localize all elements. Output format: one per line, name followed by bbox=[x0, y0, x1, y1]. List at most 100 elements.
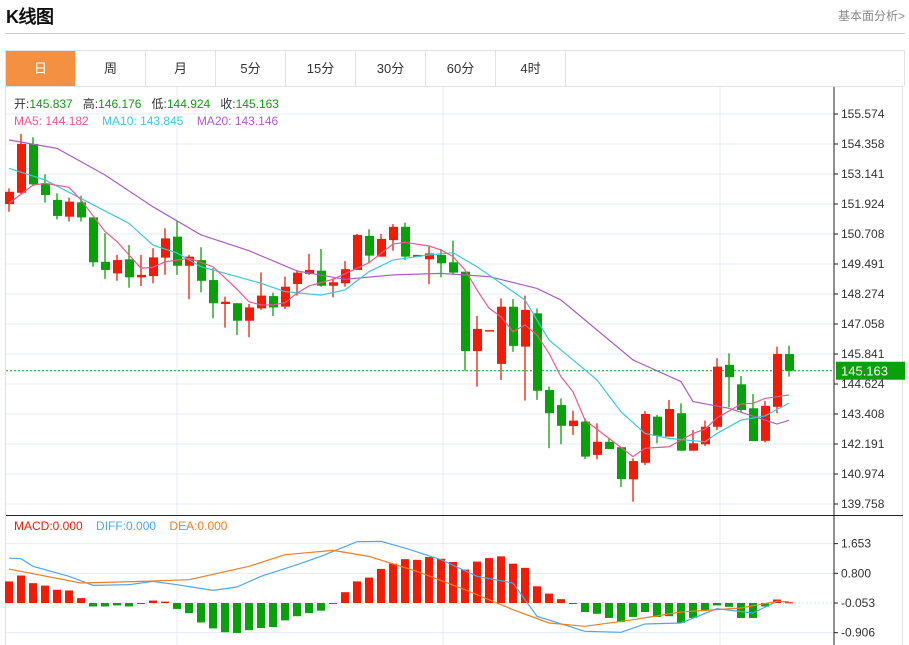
candle bbox=[665, 399, 674, 437]
macd-bar bbox=[401, 559, 409, 603]
macd-bar bbox=[365, 577, 373, 603]
macd-bar bbox=[185, 603, 193, 614]
macd-bar bbox=[293, 603, 301, 617]
close-label: 收: bbox=[220, 97, 236, 111]
candle bbox=[593, 423, 602, 460]
macd-bar bbox=[209, 603, 217, 629]
candle-body bbox=[485, 330, 494, 332]
open-value: 145.837 bbox=[29, 97, 73, 111]
macd-bar bbox=[173, 603, 181, 609]
ohlc-legend: 开:145.837 高:146.176 低:144.924 收:145.163 bbox=[14, 95, 279, 112]
current-price-label: 145.163 bbox=[841, 364, 888, 379]
macd-bar bbox=[5, 581, 13, 603]
candle-body bbox=[581, 421, 590, 457]
ma20-legend: MA20: 143.146 bbox=[196, 114, 279, 128]
macd-bar bbox=[257, 603, 265, 629]
candle-body bbox=[653, 416, 662, 436]
candle-body bbox=[209, 280, 218, 304]
macd-bar bbox=[149, 600, 157, 603]
candle bbox=[137, 254, 146, 286]
candle bbox=[533, 308, 542, 400]
candle-body bbox=[353, 234, 362, 270]
macd-bar bbox=[341, 592, 349, 603]
high-value: 146.176 bbox=[98, 97, 142, 111]
candle bbox=[293, 269, 302, 296]
candle bbox=[197, 247, 206, 293]
ma20-line bbox=[8, 139, 790, 425]
candle-body bbox=[437, 254, 446, 264]
candle-body bbox=[773, 354, 782, 407]
candle bbox=[425, 246, 434, 285]
candle bbox=[713, 358, 722, 430]
macd-bar bbox=[713, 603, 721, 606]
candle bbox=[545, 386, 554, 449]
macd-bar bbox=[353, 581, 361, 603]
macd-bar bbox=[425, 557, 433, 603]
low-label: 低: bbox=[151, 97, 167, 111]
candle-body bbox=[89, 217, 98, 263]
axis-tick-label: 155.574 bbox=[841, 107, 885, 121]
candle-body bbox=[221, 301, 230, 304]
macd-bar bbox=[329, 603, 337, 604]
axis-tick-label: 148.274 bbox=[841, 287, 885, 301]
candle bbox=[473, 316, 482, 387]
candle bbox=[485, 330, 494, 332]
macd-bar bbox=[197, 603, 205, 623]
axis-tick-label: 147.058 bbox=[841, 317, 885, 331]
candle-body bbox=[677, 413, 686, 451]
macd-bar bbox=[269, 603, 277, 628]
macd-bar bbox=[725, 603, 733, 607]
macd-bar bbox=[305, 603, 313, 614]
macd-bar bbox=[569, 603, 577, 605]
candle bbox=[653, 414, 662, 444]
axis-tick-label: 143.408 bbox=[841, 407, 885, 421]
candle bbox=[245, 303, 254, 338]
candle-body bbox=[269, 296, 278, 308]
macd-legend-value: MACD:0.000 bbox=[14, 519, 83, 533]
candle bbox=[401, 222, 410, 261]
candle-body bbox=[557, 405, 566, 426]
close-value: 145.163 bbox=[235, 97, 279, 111]
axis-tick-label: 139.758 bbox=[841, 497, 885, 511]
candle bbox=[785, 345, 794, 377]
dea-legend-value: DEA:0.000 bbox=[169, 519, 228, 533]
candle-body bbox=[401, 226, 410, 257]
macd-bar bbox=[101, 603, 109, 607]
candle-body bbox=[233, 303, 242, 321]
macd-bar bbox=[113, 603, 121, 606]
macd-bar bbox=[281, 603, 289, 621]
candle-body bbox=[569, 420, 578, 427]
candle bbox=[233, 303, 242, 336]
macd-bar bbox=[377, 568, 385, 603]
candle bbox=[773, 346, 782, 414]
candle bbox=[509, 299, 518, 352]
candle bbox=[641, 410, 650, 465]
macd-bar bbox=[389, 563, 397, 603]
candle-body bbox=[617, 447, 626, 480]
macd-bar bbox=[593, 603, 601, 614]
macd-bar bbox=[521, 567, 529, 603]
macd-bar bbox=[605, 603, 613, 618]
macd-bar bbox=[617, 603, 625, 623]
macd-bar bbox=[89, 603, 97, 607]
macd-bar bbox=[785, 602, 793, 604]
axis-tick-label: 154.358 bbox=[841, 137, 885, 151]
axis-tick-label: -0.906 bbox=[841, 626, 875, 640]
axis-tick-label: 149.491 bbox=[841, 257, 885, 271]
axis-tick-label: 145.841 bbox=[841, 347, 885, 361]
axis-tick-label: -0.053 bbox=[841, 596, 875, 610]
macd-bar bbox=[317, 603, 325, 611]
macd-bar bbox=[233, 603, 241, 633]
candle bbox=[65, 197, 74, 222]
macd-bar bbox=[29, 583, 37, 603]
candle bbox=[113, 254, 122, 281]
diff-line bbox=[8, 540, 790, 633]
candle bbox=[221, 296, 230, 328]
macd-bar bbox=[245, 603, 253, 631]
ma10-legend: MA10: 143.845 bbox=[102, 114, 184, 128]
candle-body bbox=[125, 259, 134, 278]
candle-body bbox=[377, 238, 386, 257]
axis-tick-label: 153.141 bbox=[841, 167, 885, 181]
candle bbox=[629, 458, 638, 502]
macd-bar bbox=[557, 599, 565, 603]
